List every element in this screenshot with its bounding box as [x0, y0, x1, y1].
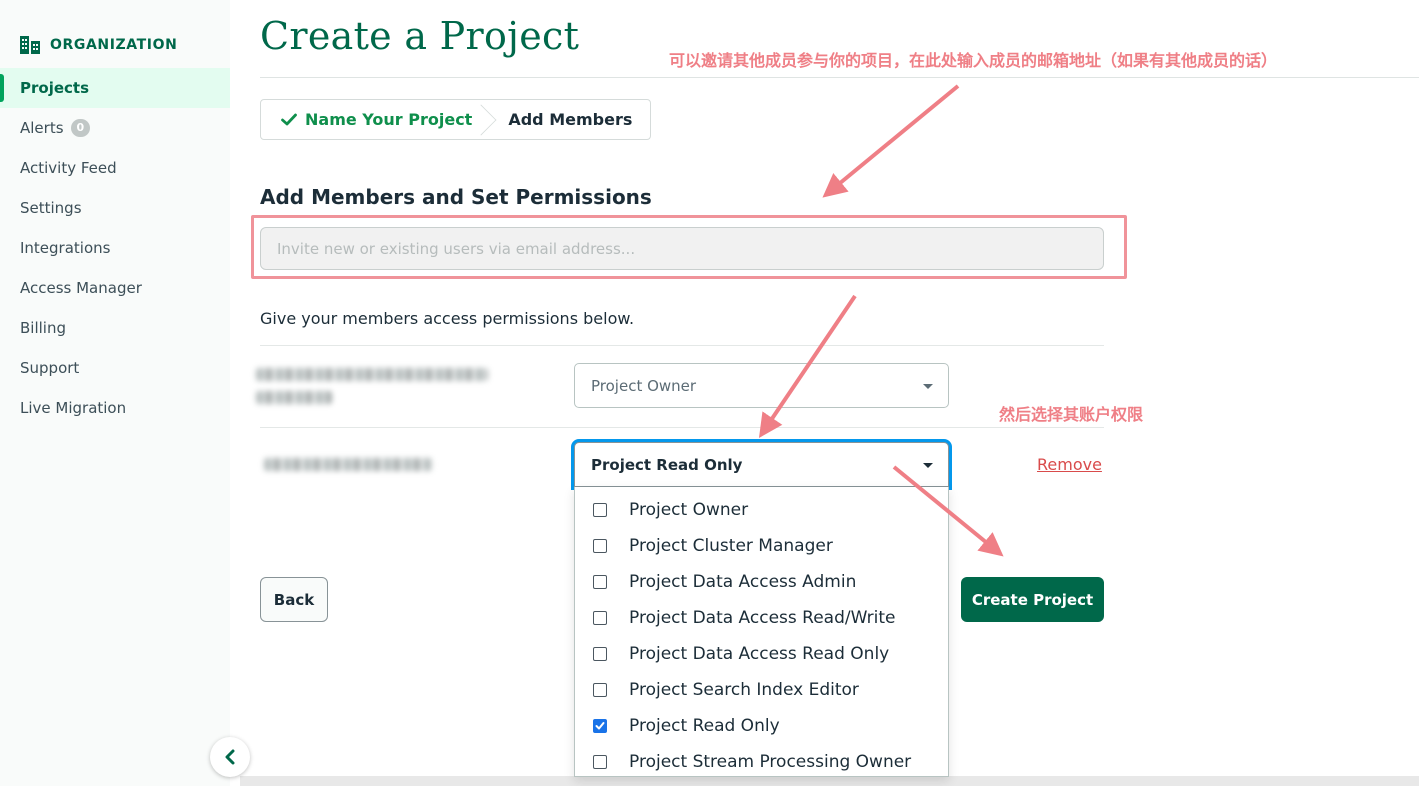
step-name-your-project[interactable]: Name Your Project — [261, 100, 486, 139]
role-option-label: Project Data Access Read Only — [629, 644, 890, 664]
sidebar-item-label: Projects — [20, 79, 90, 97]
role-option[interactable]: Project Data Access Read/Write — [575, 600, 948, 636]
sidebar: ORGANIZATION Projects Alerts 0 Activity F… — [0, 0, 230, 786]
building-icon — [20, 36, 40, 54]
checkbox-checked[interactable] — [593, 719, 607, 733]
checkbox[interactable] — [593, 683, 607, 697]
invite-email-input[interactable] — [260, 227, 1104, 270]
row-divider — [260, 345, 1104, 346]
sidebar-item-label: Access Manager — [20, 279, 142, 297]
annotation-permission-note: 然后选择其账户权限 — [999, 405, 1144, 424]
role-option-label: Project Read Only — [629, 716, 780, 736]
sidebar-item-support[interactable]: Support — [0, 348, 230, 388]
step-breadcrumb: Name Your Project Add Members — [260, 99, 652, 140]
permissions-description: Give your members access permissions bel… — [260, 309, 635, 328]
member-role-select[interactable]: Project Owner — [574, 363, 949, 408]
checkbox[interactable] — [593, 755, 607, 769]
sidebar-item-label: Activity Feed — [20, 159, 117, 177]
role-option[interactable]: Project Cluster Manager — [575, 528, 948, 564]
member-email-blurred — [264, 458, 432, 471]
role-option[interactable]: Project Search Index Editor — [575, 672, 948, 708]
checkbox[interactable] — [593, 647, 607, 661]
step-label: Name Your Project — [305, 110, 473, 129]
member-role-select[interactable]: Project Read Only — [574, 442, 949, 487]
back-button[interactable]: Back — [260, 577, 328, 622]
member-email-blurred — [256, 368, 488, 381]
sidebar-item-label: Alerts — [20, 119, 64, 137]
role-select-value: Project Owner — [591, 376, 697, 395]
step-label: Add Members — [508, 110, 633, 129]
caret-down-icon — [923, 384, 933, 389]
sidebar-item-live-migration[interactable]: Live Migration — [0, 388, 230, 428]
checkbox[interactable] — [593, 503, 607, 517]
checkbox[interactable] — [593, 539, 607, 553]
sidebar-item-projects[interactable]: Projects — [0, 68, 230, 108]
sidebar-item-label: Settings — [20, 199, 82, 217]
organization-header[interactable]: ORGANIZATION — [20, 36, 177, 54]
role-option-label: Project Search Index Editor — [629, 680, 859, 700]
role-option-label: Project Owner — [629, 500, 749, 520]
sidebar-item-label: Billing — [20, 319, 66, 337]
checkmark-icon — [281, 113, 297, 126]
checkbox[interactable] — [593, 575, 607, 589]
role-select-value: Project Read Only — [591, 455, 743, 474]
role-option[interactable]: Project Stream Processing Owner — [575, 744, 948, 776]
row-divider — [260, 427, 1104, 428]
organization-label: ORGANIZATION — [50, 37, 178, 53]
role-option[interactable]: Project Read Only — [575, 708, 948, 744]
arrow-to-email-input — [822, 84, 960, 198]
sidebar-item-alerts[interactable]: Alerts 0 — [0, 108, 230, 148]
section-title: Add Members and Set Permissions — [260, 185, 652, 209]
collapse-sidebar-button[interactable] — [210, 737, 250, 777]
role-dropdown-menu: Project Owner Project Cluster Manager Pr… — [574, 487, 949, 777]
role-option[interactable]: Project Data Access Read Only — [575, 636, 948, 672]
role-option-label: Project Stream Processing Owner — [629, 752, 912, 772]
role-option[interactable]: Project Owner — [575, 492, 948, 528]
sidebar-item-integrations[interactable]: Integrations — [0, 228, 230, 268]
caret-down-icon — [923, 463, 933, 468]
step-add-members: Add Members — [486, 100, 650, 139]
sidebar-item-activity-feed[interactable]: Activity Feed — [0, 148, 230, 188]
annotation-invite-note: 可以邀请其他成员参与你的项目，在此处输入成员的邮箱地址（如果有其他成员的话） — [669, 51, 1278, 70]
chevron-left-icon — [225, 749, 235, 765]
sidebar-nav: Projects Alerts 0 Activity Feed Settings … — [0, 68, 230, 428]
alerts-count-badge: 0 — [70, 119, 91, 137]
sidebar-item-access-manager[interactable]: Access Manager — [0, 268, 230, 308]
sidebar-item-label: Live Migration — [20, 399, 127, 417]
sidebar-item-billing[interactable]: Billing — [0, 308, 230, 348]
role-option[interactable]: Project Data Access Admin — [575, 564, 948, 600]
role-option-label: Project Data Access Admin — [629, 572, 857, 592]
remove-member-link[interactable]: Remove — [1037, 455, 1102, 474]
create-project-button[interactable]: Create Project — [961, 577, 1104, 622]
sidebar-item-label: Integrations — [20, 239, 111, 257]
check-icon — [595, 722, 605, 730]
page-title: Create a Project — [260, 14, 580, 58]
role-option-label: Project Cluster Manager — [629, 536, 833, 556]
role-option-label: Project Data Access Read/Write — [629, 608, 896, 628]
member-email-blurred — [256, 391, 332, 404]
sidebar-item-settings[interactable]: Settings — [0, 188, 230, 228]
title-divider — [260, 77, 1419, 78]
horizontal-scrollbar[interactable] — [240, 776, 1419, 786]
checkbox[interactable] — [593, 611, 607, 625]
sidebar-item-label: Support — [20, 359, 80, 377]
